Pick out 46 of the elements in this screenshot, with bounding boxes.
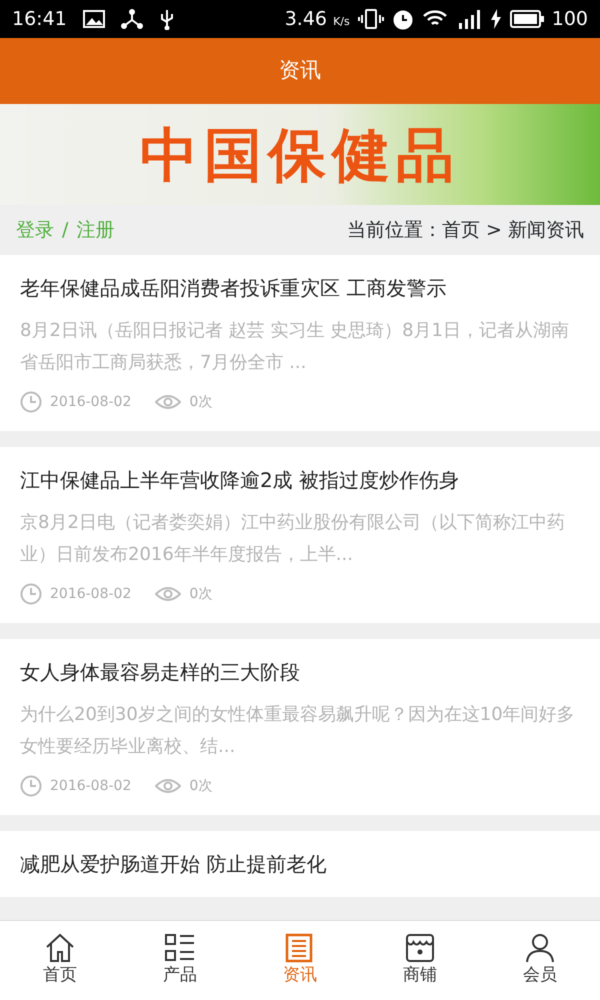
shop-icon xyxy=(404,932,436,963)
article-card[interactable]: 江中保健品上半年营收降逾2成 被指过度炒作伤身 京8月2日电（记者娄奕娟）江中药业股份有限公司（以下简称江中药业）日前发布2016年半年度报告，上半... 2016-08-02 0次 xyxy=(0,447,600,623)
image-icon xyxy=(82,10,105,28)
article-card[interactable]: 老年保健品成岳阳消费者投诉重灾区 工商发警示 8月2日讯（岳阳日报记者 赵芸 实习生 史思琦）8月1日，记者从湖南省岳阳市工商局获悉，7月份全市 ... 2016-08-02 0次 xyxy=(0,255,600,431)
list-icon xyxy=(164,932,196,963)
article-title: 老年保健品成岳阳消费者投诉重灾区 工商发警示 xyxy=(20,275,448,302)
article-title: 减肥从爱护肠道开始 防止提前老化 xyxy=(20,851,328,878)
article-summary: 为什么20到30岁之间的女性体重最容易飙升呢？因为在这10年间好多女性要经历毕业离校、结... xyxy=(20,703,576,759)
share-icon xyxy=(120,9,143,29)
charging-icon xyxy=(490,9,502,29)
article-date: 2016-08-02 xyxy=(50,392,132,412)
tab[interactable]: 首页 xyxy=(0,921,120,1000)
article-summary: 京8月2日电（记者娄奕娟）江中药业股份有限公司（以下简称江中药业）日前发布2016年半年度报告，上半... xyxy=(20,511,566,567)
article-card[interactable]: 减肥从爱护肠道开始 防止提前老化 xyxy=(0,831,600,897)
person-icon xyxy=(524,932,556,963)
clock-icon xyxy=(20,775,42,797)
tab[interactable]: 会员 xyxy=(480,921,600,1000)
tab[interactable]: 商铺 xyxy=(360,921,480,1000)
article-summary: 8月2日讯（岳阳日报记者 赵芸 实习生 史思琦）8月1日，记者从湖南省岳阳市工商局获悉，7月份全市 ... xyxy=(20,319,570,375)
usb-icon xyxy=(158,8,175,30)
article-card[interactable]: 女人身体最容易走样的三大阶段 为什么20到30岁之间的女性体重最容易飙升呢？因为在这10年间好多女性要经历毕业离校、结... 2016-08-02 0次 xyxy=(0,639,600,815)
article-date: 2016-08-02 xyxy=(50,584,132,604)
home-icon xyxy=(44,932,76,963)
view-count: 0次 xyxy=(189,392,212,412)
view-count: 0次 xyxy=(189,776,212,796)
article-title: 江中保健品上半年营收降逾2成 被指过度炒作伤身 xyxy=(20,467,460,494)
page-title: 资讯 xyxy=(279,57,321,84)
alarm-icon xyxy=(392,8,414,30)
eye-icon xyxy=(155,778,182,794)
view-count: 0次 xyxy=(189,584,212,604)
article-title: 女人身体最容易走样的三大阶段 xyxy=(20,659,301,686)
banner-title: 中国保健品 xyxy=(140,126,460,184)
battery-level: 100 xyxy=(552,6,588,32)
battery-icon xyxy=(510,10,544,28)
tab[interactable]: 资讯 xyxy=(240,921,360,1000)
status-time: 16:41 xyxy=(12,6,67,32)
article-date: 2016-08-02 xyxy=(50,776,132,796)
separator: / xyxy=(62,218,68,243)
vibrate-icon xyxy=(358,8,384,30)
tab[interactable]: 产品 xyxy=(120,921,240,1000)
breadcrumb-location: 当前位置：首页 > 新闻资讯 xyxy=(347,218,584,243)
eye-icon xyxy=(155,394,182,410)
eye-icon xyxy=(155,586,182,602)
clock-icon xyxy=(20,583,42,605)
clock-icon xyxy=(20,391,42,413)
network-speed: 3.46 K/s xyxy=(284,6,350,32)
